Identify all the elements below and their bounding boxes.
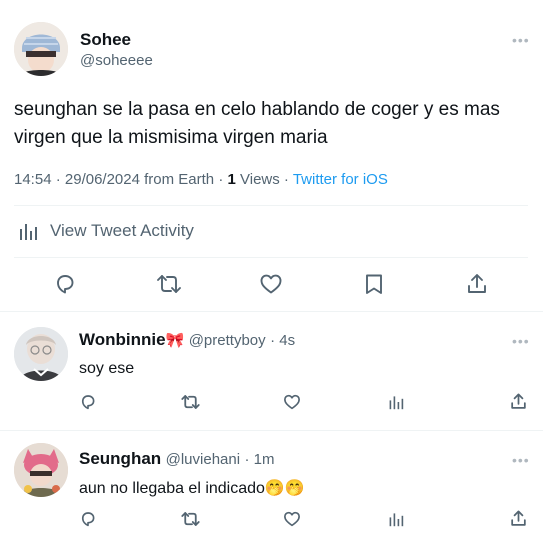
tweet-time[interactable]: 14:54 [14,171,52,188]
meta-separator: · [214,171,228,188]
reply-icon[interactable] [79,510,97,528]
main-tweet: Sohee @soheeee ••• seunghan se la pasa e… [0,0,543,312]
tweet-text-line: virgen que la mismisima virgen maria [14,127,328,148]
author-name[interactable]: Wonbinnie [79,330,166,349]
reply-time[interactable]: · 4s [270,332,295,349]
tweet-meta: 14:54 · 29/06/2024 from Earth · 1 Views … [14,171,388,188]
retweet-icon[interactable] [155,272,183,296]
reply-icon[interactable] [53,272,77,296]
share-icon[interactable] [509,509,528,528]
tweet-text: seunghan se la pasa en celo hablando de … [14,96,500,152]
reply-time[interactable]: · 1m [245,451,275,468]
meta-separator: · [279,171,293,188]
reply-text: soy ese [79,360,135,377]
retweet-icon[interactable] [180,510,201,528]
reply-header: Wonbinnie🎀 @prettyboy · 4s [79,330,295,350]
analytics-icon [18,221,38,241]
author-handle[interactable]: @luviehani [166,451,240,468]
avatar[interactable] [14,443,68,497]
tweet-date[interactable]: 29/06/2024 from Earth [65,171,214,188]
like-icon[interactable] [283,510,301,528]
bookmark-icon[interactable] [362,272,386,296]
share-icon[interactable] [509,392,528,411]
more-options-icon[interactable]: ••• [512,333,530,349]
author-handle[interactable]: @prettyboy [189,332,266,349]
tweet-text-line: seunghan se la pasa en celo hablando de … [14,99,500,120]
divider [14,205,528,206]
bow-emoji: 🎀 [165,332,185,349]
view-tweet-activity-label: View Tweet Activity [50,221,194,240]
meta-separator: · [51,171,65,188]
reply-header: Seunghan @luviehani · 1m [79,449,275,469]
retweet-icon[interactable] [180,393,201,411]
tweet-source[interactable]: Twitter for iOS [293,171,388,188]
author-name[interactable]: Sohee [80,30,131,50]
author-name[interactable]: Seunghan [79,449,161,468]
reply-icon[interactable] [79,393,97,411]
share-icon[interactable] [465,272,489,296]
view-tweet-activity[interactable]: View Tweet Activity [14,219,194,243]
avatar[interactable] [14,327,68,381]
like-icon[interactable] [259,272,283,296]
analytics-icon[interactable] [388,511,404,527]
reply-text: aun no llegaba el indicado🤭🤭 [79,480,305,497]
reply-tweet[interactable]: Seunghan @luviehani · 1m ••• aun no lleg… [0,431,543,545]
more-options-icon[interactable]: ••• [512,32,530,48]
divider [14,257,528,258]
views-label: Views [240,171,280,188]
more-options-icon[interactable]: ••• [512,452,530,468]
avatar[interactable] [14,22,68,76]
reply-tweet[interactable]: Wonbinnie🎀 @prettyboy · 4s ••• soy ese [0,312,543,430]
analytics-icon[interactable] [388,394,404,410]
like-icon[interactable] [283,393,301,411]
author-handle[interactable]: @soheeee [80,52,153,69]
views-count: 1 [227,171,236,188]
